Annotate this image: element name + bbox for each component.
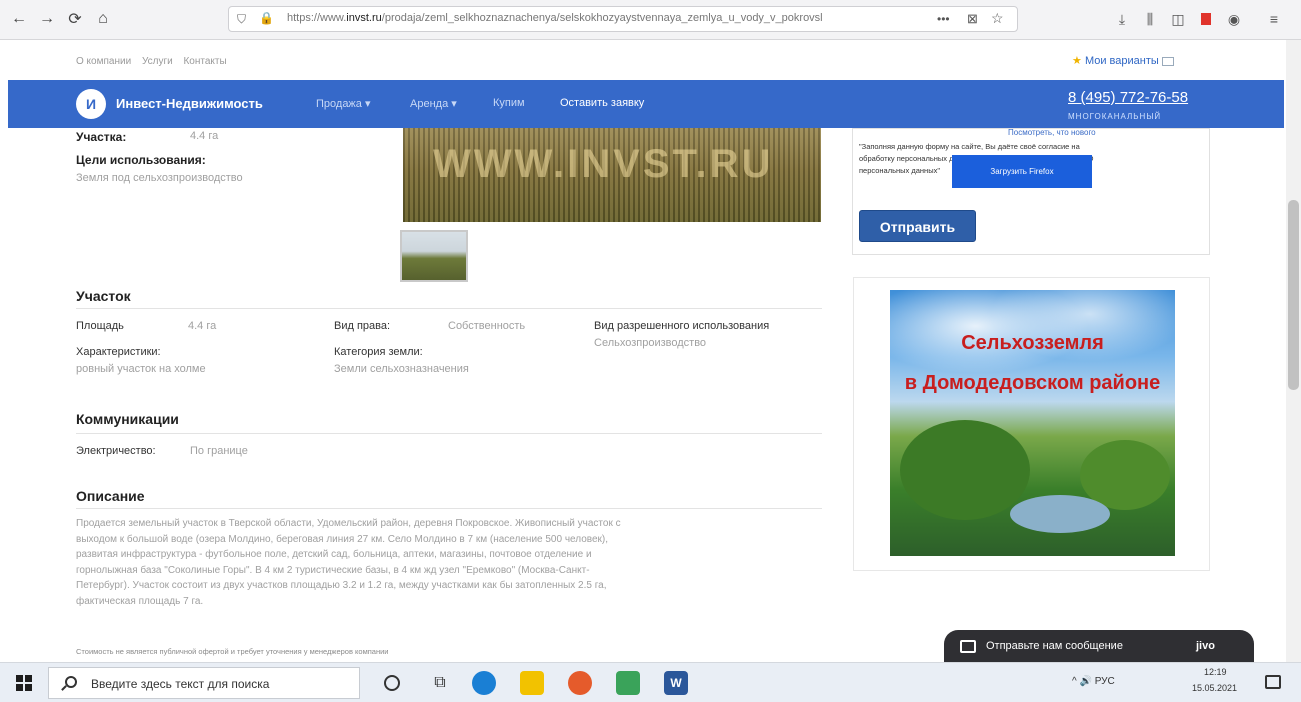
divider xyxy=(76,508,822,509)
electricity-label: Электричество: xyxy=(76,445,156,457)
brand-name[interactable]: Инвест-Недвижимость xyxy=(116,96,263,111)
menu-icon[interactable]: ≡ xyxy=(1264,9,1284,29)
counter-box xyxy=(1161,56,1174,66)
main-navbar: И Инвест-Недвижимость Продажа ▾ Аренда ▾… xyxy=(8,80,1284,128)
shield-icon: ⛉ xyxy=(237,12,247,26)
link-about[interactable]: О компании xyxy=(76,56,131,67)
land-category-value: Земли сельхозназначения xyxy=(334,363,469,375)
lock-icon: 🔒 xyxy=(259,11,274,25)
plot-area-label: Площадь xyxy=(76,320,124,332)
divider xyxy=(76,433,822,434)
price-disclaimer: Стоимость не является публичной офертой … xyxy=(76,647,389,656)
ad-title-line2: в Домодедовском районе xyxy=(904,372,1161,394)
send-button[interactable]: Отправить xyxy=(859,210,976,242)
permitted-use-label: Вид разрешенного использования xyxy=(594,320,770,332)
description-text: Продается земельный участок в Тверской о… xyxy=(76,518,621,607)
message-icon xyxy=(960,640,976,653)
windows-start-icon[interactable] xyxy=(16,675,32,691)
sidebar-icon[interactable]: ◫ xyxy=(1168,9,1188,29)
firefox-download-banner[interactable]: Загрузить Firefox xyxy=(952,155,1092,188)
phone-number[interactable]: 8 (495) 772-76-58 xyxy=(1068,89,1188,106)
rights-label: Вид права: xyxy=(334,320,391,332)
description-title: Описание xyxy=(76,488,145,504)
library-icon[interactable]: ⫼ xyxy=(1140,9,1160,29)
notification-icon[interactable] xyxy=(1265,675,1281,689)
chat-widget[interactable]: Отправьте нам сообщение jivo xyxy=(944,630,1254,664)
phone-subtitle: МНОГОКАНАЛЬНЫЙ xyxy=(1068,112,1162,121)
search-placeholder: Введите здесь текст для поиска xyxy=(91,677,270,691)
link-services[interactable]: Услуги xyxy=(142,56,173,67)
purpose-value: Земля под сельхозпроизводство xyxy=(76,172,243,184)
word-icon[interactable]: W xyxy=(664,671,688,695)
chat-label: Отправьте нам сообщение xyxy=(986,640,1123,652)
land-category-label: Категория земли: xyxy=(334,346,423,358)
area-label: Участка: xyxy=(76,130,127,144)
home-icon[interactable]: ⌂ xyxy=(92,8,114,30)
download-icon[interactable]: ⤓ xyxy=(1112,9,1132,29)
url-text: https://www.invst.ru/prodaja/zeml_selkho… xyxy=(287,12,823,24)
pocket-icon[interactable]: ⊠ xyxy=(967,11,978,27)
taskbar-search[interactable]: Введите здесь текст для поиска xyxy=(48,667,360,699)
clock-time[interactable]: 12:19 xyxy=(1204,667,1227,677)
system-tray[interactable]: ^ 🔊 РУС xyxy=(1072,676,1115,687)
task-view-icon[interactable]: ⧉ xyxy=(428,671,452,695)
photo-watermark: WWW.INVST.RU xyxy=(433,142,774,186)
top-links: О компании Услуги Контакты xyxy=(76,56,235,67)
clock-date[interactable]: 15.05.2021 xyxy=(1192,683,1237,693)
chat-brand: jivo xyxy=(1196,640,1215,652)
account-icon[interactable]: ◉ xyxy=(1224,9,1244,29)
characteristics-value: ровный участок на холме xyxy=(76,363,206,375)
extension-icon[interactable] xyxy=(1196,9,1216,29)
nav-sale[interactable]: Продажа ▾ xyxy=(316,97,371,110)
back-icon[interactable]: ← xyxy=(8,8,30,30)
reload-icon[interactable]: ⟳ xyxy=(64,8,86,30)
link-contacts[interactable]: Контакты xyxy=(183,56,226,67)
browser-toolbar: ← → ⟳ ⌂ ⛉ 🔒 https://www.invst.ru/prodaja… xyxy=(0,0,1301,40)
plot-section-title: Участок xyxy=(76,288,131,304)
firefox-icon[interactable] xyxy=(568,671,592,695)
edge-icon[interactable] xyxy=(472,671,496,695)
page-actions-more[interactable]: ••• xyxy=(937,12,950,26)
purpose-label: Цели использования: xyxy=(76,153,206,167)
ad-title-line1: Сельхозземля xyxy=(961,332,1104,354)
address-bar[interactable]: ⛉ 🔒 https://www.invst.ru/prodaja/zeml_se… xyxy=(228,6,1018,32)
area-value: 4.4 га xyxy=(190,130,219,142)
cortana-icon[interactable] xyxy=(384,675,400,691)
photo-thumbnail[interactable] xyxy=(400,230,468,282)
ad-tree xyxy=(900,420,1030,520)
app-icon[interactable] xyxy=(616,671,640,695)
divider xyxy=(76,308,822,309)
main-photo[interactable]: WWW.INVST.RU xyxy=(403,128,821,222)
ad-water xyxy=(1010,495,1110,533)
communications-title: Коммуникации xyxy=(76,411,179,427)
file-explorer-icon[interactable] xyxy=(520,671,544,695)
plot-area-value: 4.4 га xyxy=(188,320,217,332)
nav-leave-request[interactable]: Оставить заявку xyxy=(560,97,644,109)
my-variants-link[interactable]: ★ Мои варианты xyxy=(1072,54,1174,67)
windows-taskbar: Введите здесь текст для поиска ⧉ W ^ 🔊 Р… xyxy=(0,662,1301,702)
firefox-whats-new-link[interactable]: Посмотреть, что нового xyxy=(1008,128,1096,137)
ad-banner[interactable]: Сельхозземля в Домодедовском районе xyxy=(890,290,1175,556)
logo[interactable]: И xyxy=(76,89,106,119)
star-icon: ★ xyxy=(1072,55,1082,67)
bookmark-star-icon[interactable]: ☆ xyxy=(991,10,1004,27)
permitted-use-value: Сельхозпроизводство xyxy=(594,337,707,349)
rights-value: Собственность xyxy=(448,320,526,332)
electricity-value: По границе xyxy=(190,445,248,457)
characteristics-label: Характеристики: xyxy=(76,346,161,358)
forward-icon[interactable]: → xyxy=(36,8,58,30)
nav-buy[interactable]: Купим xyxy=(493,97,525,109)
scrollbar-thumb[interactable] xyxy=(1288,200,1299,390)
nav-rent[interactable]: Аренда ▾ xyxy=(410,97,457,110)
